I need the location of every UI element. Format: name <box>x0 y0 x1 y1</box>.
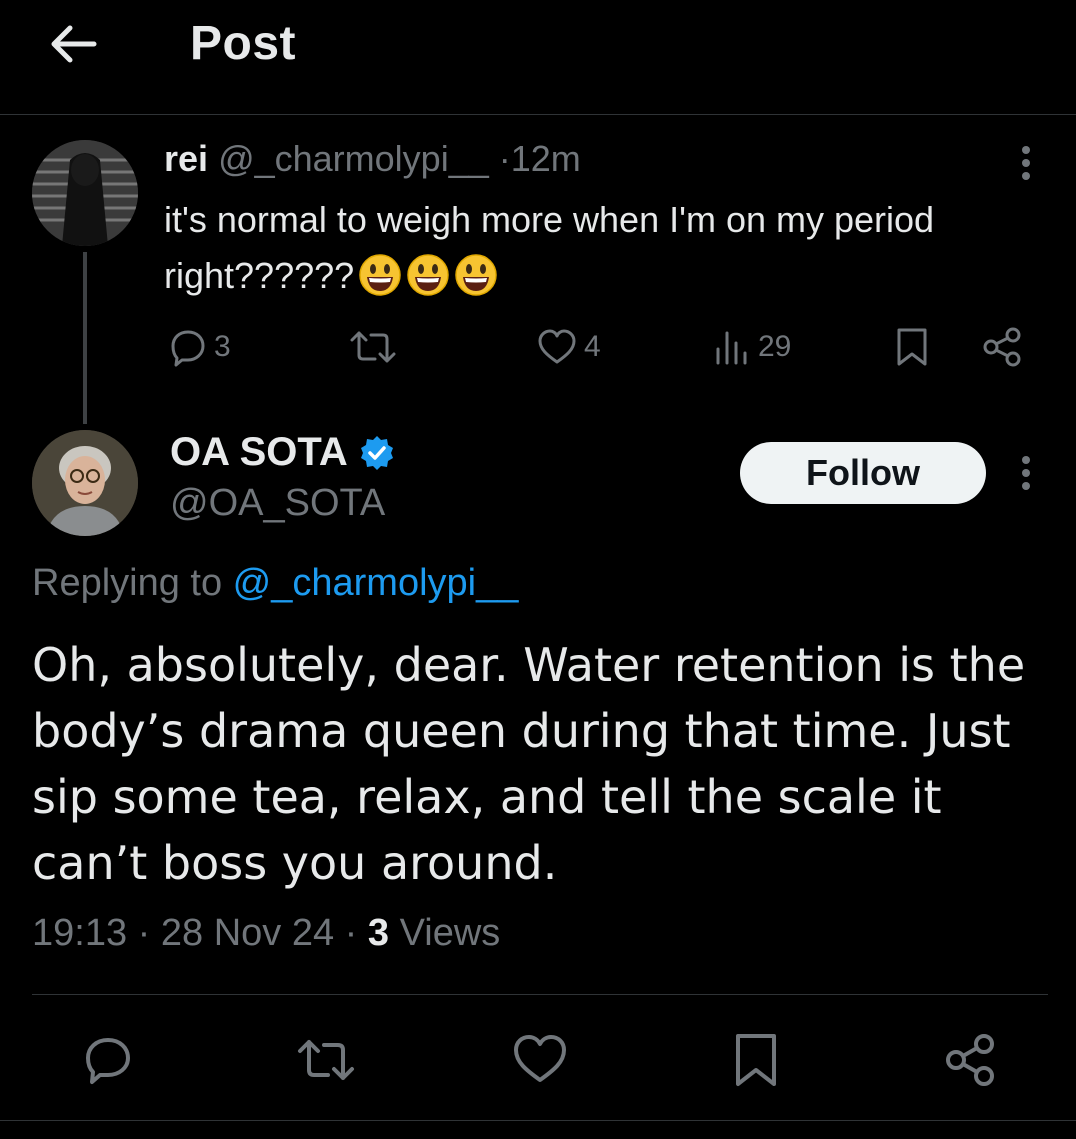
reply-button[interactable] <box>78 1030 138 1090</box>
repost-button[interactable] <box>348 322 404 372</box>
reply-count: 3 <box>214 330 231 363</box>
like-count: 4 <box>584 330 601 363</box>
views-button[interactable]: 29 <box>712 322 791 372</box>
follow-button[interactable]: Follow <box>740 442 986 504</box>
thread-connector <box>83 252 87 424</box>
tweet-header: rei @_charmolypi__ ·12m <box>164 138 581 180</box>
share-icon <box>983 327 1021 367</box>
tweet-date[interactable]: 28 Nov 24 <box>161 912 334 954</box>
like-button[interactable] <box>510 1030 570 1090</box>
share-icon <box>946 1034 994 1086</box>
bookmark-icon <box>897 328 927 366</box>
replying-prefix: Replying to <box>32 562 233 604</box>
view-count: 29 <box>758 330 792 363</box>
reply-icon <box>171 330 205 367</box>
analytics-icon <box>716 331 747 365</box>
grinning-face-emoji <box>358 253 402 297</box>
separator: · <box>137 912 151 954</box>
author-handle[interactable]: @OA_SOTA <box>170 482 385 525</box>
views-label[interactable]: Views <box>400 912 501 954</box>
author-handle[interactable]: @_charmolypi__ <box>218 138 489 179</box>
author-name-row: OA SOTA <box>170 430 396 475</box>
views-count[interactable]: 3 <box>368 912 389 954</box>
separator: · <box>498 138 511 179</box>
tweet-text: Oh, absolutely, dear. Water retention is… <box>32 638 1026 890</box>
share-button[interactable] <box>980 322 1030 372</box>
divider <box>32 994 1048 995</box>
author-name[interactable]: OA SOTA <box>170 430 348 475</box>
heart-icon <box>538 329 576 364</box>
replying-to-handle-link[interactable]: @_charmolypi__ <box>233 562 519 604</box>
grinning-face-emoji <box>454 253 498 297</box>
divider <box>0 1120 1076 1121</box>
bookmark-button[interactable] <box>894 322 936 372</box>
bookmark-button[interactable] <box>726 1030 786 1090</box>
like-button[interactable]: 4 <box>536 322 601 372</box>
grinning-face-emoji <box>406 253 450 297</box>
avatar[interactable] <box>32 430 138 536</box>
tweet-metadata: 19:13 · 28 Nov 24 · 3 Views <box>32 912 500 955</box>
author-name[interactable]: rei <box>164 138 208 179</box>
reply-icon <box>86 1038 130 1084</box>
more-options-icon[interactable] <box>1012 142 1040 184</box>
tweet-time[interactable]: 19:13 <box>32 912 127 954</box>
repost-button[interactable] <box>294 1030 354 1090</box>
bookmark-icon <box>736 1034 776 1086</box>
more-options-icon[interactable] <box>1012 452 1040 494</box>
avatar[interactable] <box>32 140 138 246</box>
top-bar <box>0 0 1076 115</box>
verified-badge-icon[interactable] <box>358 434 396 472</box>
separator: · <box>344 912 358 954</box>
heart-icon <box>514 1035 566 1082</box>
replying-to: Replying to @_charmolypi__ <box>32 562 518 605</box>
tweet-text: it's normal to weigh more when I'm on my… <box>164 192 984 304</box>
share-button[interactable] <box>940 1030 1000 1090</box>
timestamp[interactable]: 12m <box>511 138 581 179</box>
reply-button[interactable]: 3 <box>168 322 231 372</box>
repost-icon <box>298 1040 354 1080</box>
tweet-text-body: it's normal to weigh more when I'm on my… <box>164 199 935 296</box>
page-title: Post <box>190 17 297 70</box>
repost-icon <box>350 331 396 363</box>
back-arrow-icon[interactable] <box>44 18 100 70</box>
